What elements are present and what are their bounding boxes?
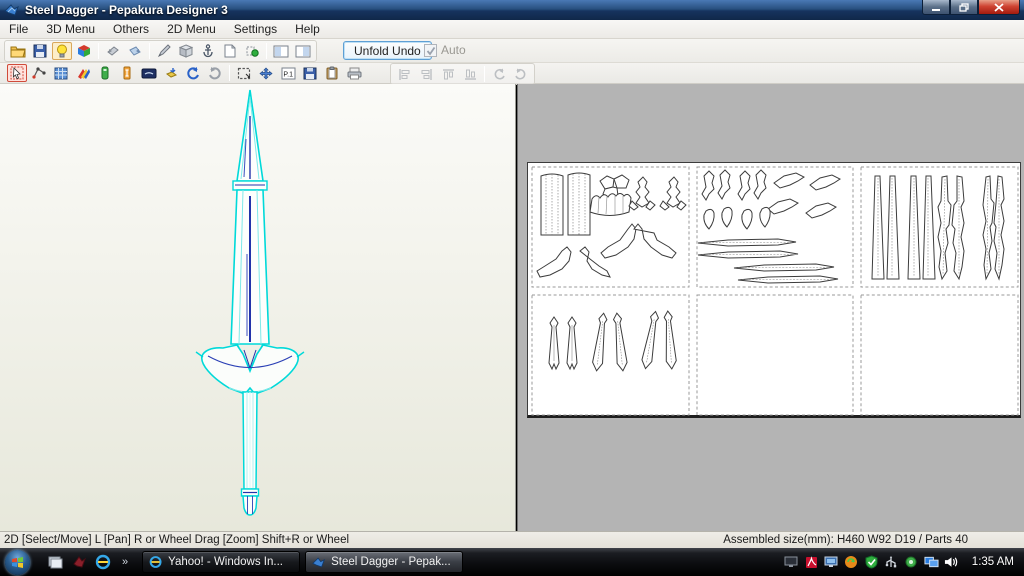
page-icon[interactable] [220, 42, 240, 60]
tray-volume-icon[interactable] [944, 555, 959, 570]
pepakura-viewer-icon[interactable] [70, 553, 88, 571]
internet-explorer-icon [149, 556, 162, 568]
taskbar-button-label: Yahoo! - Windows In... [168, 556, 283, 568]
quick-launch-overflow-chevron[interactable]: » [122, 556, 128, 568]
assembled-size-text: Assembled size(mm): H460 W92 D19 / Parts… [723, 534, 968, 546]
page-number-icon-label: P.1 [283, 71, 293, 78]
flap-settings-icon[interactable] [95, 64, 115, 82]
menu-help[interactable]: Help [286, 21, 329, 37]
close-button[interactable] [978, 0, 1020, 15]
tray-network-icon[interactable] [924, 555, 939, 570]
open-file-icon[interactable] [8, 42, 28, 60]
text-tool-icon[interactable] [117, 64, 137, 82]
tray-update-icon[interactable] [844, 555, 859, 570]
page2-parts [697, 169, 841, 284]
pen-icon[interactable] [154, 42, 174, 60]
page1-parts [536, 172, 687, 278]
layout-left-pane-icon[interactable] [271, 42, 291, 60]
rotate-90-ccw-icon[interactable] [489, 65, 509, 83]
viewport-2d[interactable] [517, 84, 1024, 531]
taskbar-button-yahoo[interactable]: Yahoo! - Windows In... [142, 551, 301, 573]
tray-security-check-icon[interactable] [864, 555, 879, 570]
restore-button[interactable] [950, 0, 978, 15]
grid-texture-icon[interactable] [51, 64, 71, 82]
auto-checkbox-label: Auto [441, 43, 466, 57]
edit-edge-tool-icon[interactable] [29, 64, 49, 82]
taskbar: » Yahoo! - Windows In... Steel Dagger - … [0, 548, 1024, 576]
page4-parts [548, 310, 677, 372]
toolbar-main: Unfold Undo Auto [0, 39, 1024, 63]
select-area-icon[interactable] [234, 64, 254, 82]
rotate-ccw-icon[interactable] [183, 64, 203, 82]
status-hint-text: 2D [Select/Move] L [Pan] R or Wheel Drag… [4, 534, 350, 546]
page-number-icon[interactable]: P.1 [278, 64, 298, 82]
pepakura-icon [312, 556, 326, 567]
solid-box-icon[interactable] [176, 42, 196, 60]
print-icon[interactable] [344, 64, 364, 82]
rotate-90-cw-icon[interactable] [511, 65, 531, 83]
menu-3d-menu[interactable]: 3D Menu [37, 21, 104, 37]
title-bar[interactable]: Steel Dagger - Pepakura Designer 3 [0, 0, 1024, 20]
quick-launch: » [46, 553, 128, 571]
tray-monitor-settings-icon[interactable] [824, 555, 839, 570]
light-bulb-toggle-icon[interactable] [52, 42, 72, 60]
close-icon [994, 2, 1004, 12]
windows-logo-icon [11, 556, 23, 568]
move-part-icon[interactable] [256, 64, 276, 82]
minimize-button[interactable] [922, 0, 950, 15]
align-top-icon[interactable] [438, 65, 458, 83]
rotate-view-left-icon[interactable] [103, 42, 123, 60]
window-title: Steel Dagger - Pepakura Designer 3 [25, 3, 228, 17]
clipboard-icon[interactable] [322, 64, 342, 82]
menu-settings[interactable]: Settings [225, 21, 286, 37]
restore-icon [958, 2, 969, 12]
rotate-cw-icon[interactable] [205, 64, 225, 82]
tray-display-icon[interactable] [784, 555, 799, 570]
align-left-icon[interactable] [394, 65, 414, 83]
texture-cube-icon[interactable] [74, 42, 94, 60]
align-bottom-icon[interactable] [460, 65, 480, 83]
check-icon [426, 46, 436, 55]
app-icon [4, 4, 19, 16]
page3-parts [871, 175, 1005, 281]
auto-checkbox-group[interactable]: Auto [424, 43, 466, 57]
menu-2d-menu[interactable]: 2D Menu [158, 21, 225, 37]
taskbar-clock[interactable]: 1:35 AM [964, 556, 1024, 568]
dagger-3d-model[interactable] [0, 84, 516, 531]
minimize-icon [932, 8, 940, 11]
auto-checkbox[interactable] [424, 43, 437, 57]
select-move-tool-icon[interactable] [7, 64, 27, 82]
tray-usb-icon[interactable] [884, 555, 899, 570]
material-dark-icon[interactable] [139, 64, 159, 82]
toolbar-2d: P.1 [0, 63, 1024, 85]
layout-right-pane-icon[interactable] [293, 42, 313, 60]
taskbar-button-label: Steel Dagger - Pepak... [331, 556, 451, 568]
align-right-icon[interactable] [416, 65, 436, 83]
box-arrow-icon[interactable] [161, 64, 181, 82]
tray-status-icon[interactable] [904, 555, 919, 570]
save-part-icon[interactable] [300, 64, 320, 82]
save-icon[interactable] [30, 42, 50, 60]
start-button[interactable] [2, 549, 32, 575]
viewport-3d[interactable] [0, 84, 516, 531]
status-bar: 2D [Select/Move] L [Pan] R or Wheel Drag… [0, 531, 1024, 548]
rotate-view-right-icon[interactable] [125, 42, 145, 60]
show-desktop-icon[interactable] [46, 553, 64, 571]
menu-others[interactable]: Others [104, 21, 158, 37]
internet-explorer-icon[interactable] [94, 553, 112, 571]
unfold-undo-button[interactable]: Unfold Undo [343, 41, 432, 60]
pattern-sheet[interactable] [527, 162, 1021, 418]
fold-stripes-icon[interactable] [73, 64, 93, 82]
marker-ball-icon[interactable] [242, 42, 262, 60]
menu-bar: File 3D Menu Others 2D Menu Settings Hel… [0, 20, 1024, 39]
pepakura-designer-window: Steel Dagger - Pepakura Designer 3 File … [0, 0, 1024, 576]
system-tray: 1:35 AM [784, 555, 1024, 570]
tray-acrobat-icon[interactable] [804, 555, 819, 570]
menu-file[interactable]: File [0, 21, 37, 37]
taskbar-button-pepakura[interactable]: Steel Dagger - Pepak... [305, 551, 464, 573]
anchor-icon[interactable] [198, 42, 218, 60]
